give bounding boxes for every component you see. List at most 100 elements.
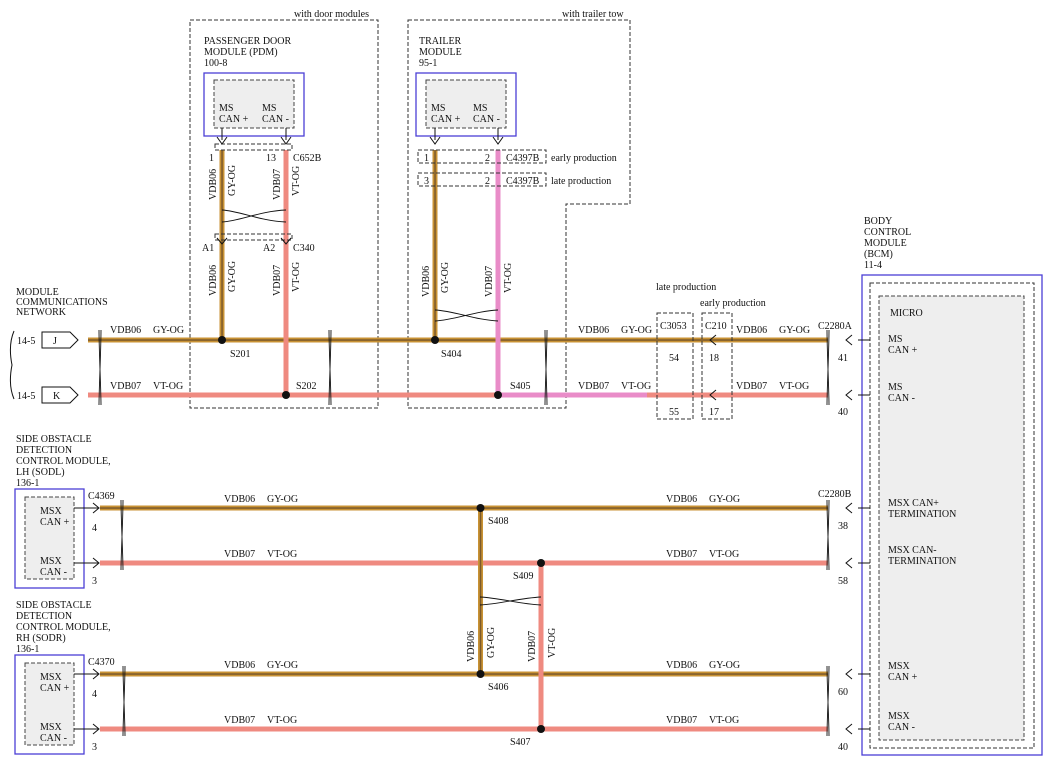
sodr-low-color-bcm: VT-OG (709, 715, 739, 726)
twist-trailer (434, 309, 499, 322)
trailer-can-low-color: VT-OG (503, 263, 514, 293)
bcm-pin-41: 41 (838, 353, 848, 364)
bus-k-circuit: VDB07 (110, 381, 141, 392)
splice-s201: S201 (230, 349, 251, 360)
splice-s404: S404 (441, 349, 462, 360)
sodr-high-color-bcm: GY-OG (709, 660, 740, 671)
pdm-pin-a1: A1 (202, 243, 214, 254)
connector-c2280b: C2280B (818, 489, 852, 500)
page-tag-k: K (53, 391, 61, 402)
connector-c2280a: C2280A (818, 321, 853, 332)
sodr-title-line5: 136-1 (16, 644, 39, 655)
trailer-tow-note: with trailer tow (562, 9, 624, 20)
splice-s202: S202 (296, 381, 317, 392)
connector-c652b: C652B (293, 153, 322, 164)
trailer-pin-2: 2 (485, 153, 490, 164)
c210-pin-17: 17 (709, 407, 719, 418)
c210-pin-chevrons (709, 334, 717, 401)
page-ref-k: 14-5 (17, 391, 35, 402)
bcm-title-line1: BODY (864, 216, 892, 227)
c340-pin-chevrons (216, 237, 292, 245)
pdm-lower-can-low-color: VT-OG (291, 262, 302, 292)
pdm-can-low-color: VT-OG (291, 166, 302, 196)
connector-c4370: C4370 (88, 657, 115, 668)
bcm-micro-label: MICRO (890, 308, 923, 319)
bcm-port-ms-can-high-l2: CAN + (888, 345, 918, 356)
door-modules-note: with door modules (294, 9, 369, 20)
bus-j-circuit: VDB06 (110, 325, 141, 336)
pdm-can-low-circuit: VDB07 (272, 169, 283, 200)
sodl-low-circuit-bcm: VDB07 (666, 549, 697, 560)
sodr-low-circuit: VDB07 (224, 715, 255, 726)
bcm-port-msx-term-low-l1: MSX CAN- (888, 545, 937, 556)
splice-s407: S407 (510, 737, 531, 748)
sodl-high-circuit: VDB06 (224, 494, 255, 505)
sodl-can-low-wire (100, 560, 828, 566)
trailer-port-can-low-l2: CAN - (473, 114, 500, 125)
pdm-lower-can-high-circuit: VDB06 (208, 265, 219, 296)
trailer-title-line1: TRAILER (419, 36, 462, 47)
sodr-high-color: GY-OG (267, 660, 298, 671)
sodl-high-color: GY-OG (267, 494, 298, 505)
s409-s407-link-wire (538, 563, 544, 729)
trailer-pin-3: 3 (424, 176, 429, 187)
bus-j-color-bcm: GY-OG (779, 325, 810, 336)
pdm-pin-13: 13 (266, 153, 276, 164)
sodr-title-line3: CONTROL MODULE, (16, 622, 111, 633)
c3053-note: late production (656, 282, 716, 293)
bcm-port-msx-can-low-l1: MSX (888, 711, 910, 722)
pdm-can-high-circuit: VDB06 (208, 169, 219, 200)
sodl-high-color-bcm: GY-OG (709, 494, 740, 505)
bcm-pin-58: 58 (838, 576, 848, 587)
bcm-port-msx-term-high-l2: TERMINATION (888, 509, 956, 520)
sodl-port-can-low-l2: CAN - (40, 567, 67, 578)
network-label-line3: NETWORK (16, 307, 67, 318)
trailer-pin-1: 1 (424, 153, 429, 164)
splice-s408: S408 (488, 516, 509, 527)
vdb07-bus-wire (88, 392, 828, 398)
connector-c210: C210 (705, 321, 727, 332)
page-tag-j: J (53, 336, 57, 347)
pdm-pin-a2: A2 (263, 243, 275, 254)
vdb06-bus-core (88, 339, 828, 341)
trailer-port-can-high-l2: CAN + (431, 114, 461, 125)
connector-c4397b-late: C4397B (506, 176, 540, 187)
bcm-port-msx-can-high-l1: MSX (888, 661, 910, 672)
sodr-port-can-high-l2: CAN + (40, 683, 70, 694)
bus-j-color-right: GY-OG (621, 325, 652, 336)
pdm-can-high-color: GY-OG (227, 165, 238, 196)
bus-j-circuit-bcm: VDB06 (736, 325, 767, 336)
sodl-title-line1: SIDE OBSTACLE (16, 434, 92, 445)
pdm-port-can-high-l1: MS (219, 103, 233, 114)
link-low-color: VT-OG (547, 628, 558, 658)
sodl-port-can-high-l2: CAN + (40, 517, 70, 528)
sodr-high-circuit: VDB06 (224, 660, 255, 671)
sodr-port-can-low-l1: MSX (40, 722, 62, 733)
pdm-lower-can-high-color: GY-OG (227, 261, 238, 292)
connector-c4397b-early: C4397B (506, 153, 540, 164)
s408-s406-link-core (479, 508, 482, 674)
trailer-title-line2: MODULE (419, 47, 462, 58)
trailer-pin-2b: 2 (485, 176, 490, 187)
sodr-can-high-core (100, 673, 828, 675)
c210-pin-18: 18 (709, 353, 719, 364)
c3053-pin-55: 55 (669, 407, 679, 418)
pdm-can-low-wire (283, 150, 289, 395)
bus-j-circuit-right: VDB06 (578, 325, 609, 336)
sodr-title-line2: DETECTION (16, 611, 72, 622)
bcm-port-msx-can-high-l2: CAN + (888, 672, 918, 683)
link-high-color: GY-OG (486, 627, 497, 658)
pdm-can-high-core (221, 150, 223, 340)
pdm-title-line3: 100-8 (204, 58, 227, 69)
sodl-title-line2: DETECTION (16, 445, 72, 456)
sodl-title-line5: 136-1 (16, 478, 39, 489)
sodl-pin-3: 3 (92, 576, 97, 587)
bus-j-color: GY-OG (153, 325, 184, 336)
c210-note: early production (700, 298, 766, 309)
sodr-pin-3: 3 (92, 742, 97, 753)
sodl-low-color: VT-OG (267, 549, 297, 560)
sodr-low-circuit-bcm: VDB07 (666, 715, 697, 726)
sodr-high-circuit-bcm: VDB06 (666, 660, 697, 671)
pdm-port-can-low-l2: CAN - (262, 114, 289, 125)
connector-c340: C340 (293, 243, 315, 254)
